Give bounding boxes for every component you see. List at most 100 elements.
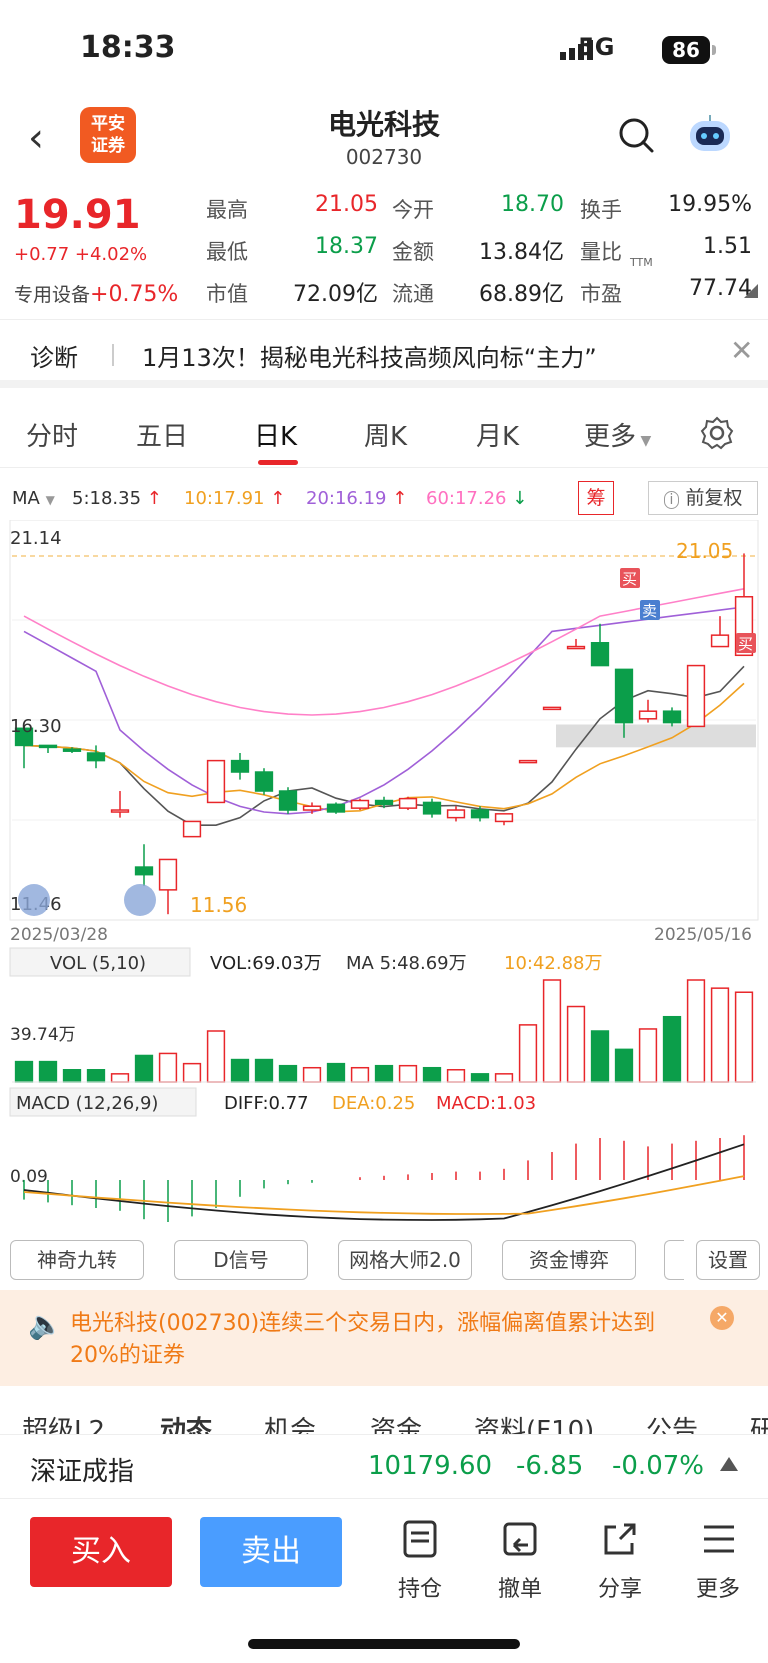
subtab-announce[interactable]: 公告: [646, 1410, 698, 1434]
info-subtabs: 超级L2 动态 机会 资金 资料(F10) 公告 研: [0, 1398, 768, 1434]
close-icon[interactable]: ✕: [710, 1306, 734, 1330]
fund-game-button[interactable]: 资金博弈: [502, 1240, 636, 1280]
subtab-funds[interactable]: 资金: [370, 1410, 422, 1434]
active-tab-indicator: [258, 460, 298, 465]
candle-up: [518, 759, 538, 764]
tab-more[interactable]: 更多 ▼: [584, 416, 651, 453]
holdings-button[interactable]: 持仓: [390, 1519, 450, 1603]
settings-button[interactable]: 设置: [696, 1240, 760, 1280]
chevron-down-icon: ▼: [45, 493, 55, 507]
volume-bar: [710, 987, 730, 1083]
chevron-down-icon: ▼: [636, 433, 652, 449]
ma5-text: 5:18.35: [72, 488, 142, 509]
candle-down: [374, 799, 394, 806]
subtab-chance[interactable]: 机会: [264, 1410, 316, 1434]
grid-master-button[interactable]: 网格大师2.0: [338, 1240, 472, 1280]
macd-diff: DIFF:0.77: [224, 1093, 309, 1114]
network-label: 5G: [578, 33, 615, 61]
quote-field-label: 换手: [580, 198, 622, 222]
share-label: 分享: [597, 1577, 642, 1602]
kline-chart[interactable]: 21.1416.3011.4621.0511.56买卖买2025/03/2820…: [0, 520, 768, 1235]
sector-label[interactable]: 专用设备+0.75%: [14, 280, 178, 307]
ma-selector[interactable]: MA ▼: [12, 488, 55, 509]
gear-icon[interactable]: [700, 416, 734, 450]
up-arrow-icon: ↑: [264, 488, 286, 509]
cancel-order-label: 撤单: [497, 1577, 542, 1602]
buy-button[interactable]: 买入: [30, 1517, 172, 1587]
sell-button[interactable]: 卖出: [200, 1517, 342, 1587]
volume-bar: [230, 1058, 250, 1083]
volume-bar: [110, 1073, 130, 1083]
tab-intraday[interactable]: 分时: [26, 416, 78, 453]
volume-bar: [302, 1066, 322, 1083]
quote-field-value: 72.09亿: [293, 282, 378, 307]
divider: [112, 344, 114, 366]
macd-macd: MACD:1.03: [436, 1093, 536, 1114]
quote-field-value: 21.05: [315, 192, 378, 217]
close-icon[interactable]: ✕: [730, 334, 753, 367]
ma10-text: 10:17.91: [184, 488, 265, 509]
volume-bar: [614, 1048, 634, 1083]
volume-bar: [206, 1030, 226, 1083]
pe-ttm-label: TTM: [630, 256, 653, 269]
quote-field-label: 最高: [206, 198, 248, 222]
chip-button[interactable]: 筹: [578, 481, 614, 515]
high-marker-label: 21.05: [676, 539, 733, 563]
robot-assistant-icon[interactable]: [686, 113, 734, 155]
holdings-label: 持仓: [397, 1577, 442, 1602]
volume-bar: [38, 1060, 58, 1083]
volume-bar: [734, 991, 754, 1083]
candle-up: [206, 759, 226, 804]
volume-bar: [446, 1069, 466, 1083]
candle-up: [398, 797, 418, 809]
status-time: 18:33: [80, 30, 176, 65]
corner-expand-icon[interactable]: [744, 284, 758, 298]
notice-banner[interactable]: 🔈 电光科技(002730)连续三个交易日内，涨幅偏离值累计达到20%的证券 ✕: [0, 1290, 768, 1386]
ma20-line: [23, 606, 745, 815]
diagnosis-bar[interactable]: 诊断 1月13次！揭秘电光科技高频风向标“主力” ✕: [0, 322, 768, 388]
info-icon: i: [663, 491, 680, 509]
stock-header: ‹ 平安 证券 电光科技 002730: [0, 95, 768, 180]
more-button[interactable]: 更多: [688, 1519, 748, 1603]
more-label: 更多: [695, 1577, 740, 1602]
candle-up: [110, 809, 130, 813]
index-ticker[interactable]: 深证成指 10179.60 -6.85 -0.07%: [0, 1434, 768, 1496]
subtab-research[interactable]: 研: [750, 1410, 768, 1434]
d-signal-button[interactable]: D信号: [174, 1240, 308, 1280]
undo-icon: [503, 1522, 537, 1556]
signal-marker-text: 卖: [642, 602, 657, 620]
status-bar: 18:33 5G 86: [0, 0, 768, 95]
adjust-button[interactable]: i 前复权: [648, 481, 758, 515]
quote-field-label: 最低: [206, 240, 248, 264]
candle-up: [302, 805, 322, 811]
tab-monthly-k[interactable]: 月K: [476, 416, 519, 453]
search-icon[interactable]: [616, 115, 656, 155]
subtab-l2[interactable]: 超级L2: [22, 1410, 105, 1434]
battery-nub: [712, 45, 716, 55]
subtab-news[interactable]: 动态: [160, 1410, 212, 1434]
candle-up: [542, 706, 562, 711]
candle-down: [470, 809, 490, 819]
index-pct: -0.07%: [612, 1451, 704, 1481]
tab-daily-k[interactable]: 日K: [254, 416, 297, 453]
signal-marker-text: 买: [622, 570, 637, 588]
up-arrow-icon: ↑: [386, 488, 408, 509]
index-name: 深证成指: [30, 1457, 135, 1487]
share-button[interactable]: 分享: [590, 1519, 650, 1603]
volume-bar: [470, 1073, 490, 1083]
volume-bar: [278, 1064, 298, 1083]
subtab-f10[interactable]: 资料(F10): [474, 1410, 594, 1434]
candle-down: [230, 759, 250, 773]
magic-nine-button[interactable]: 神奇九转: [10, 1240, 144, 1280]
macd-axis-label: 0.09: [10, 1167, 48, 1187]
tab-weekly-k[interactable]: 周K: [364, 416, 407, 453]
notice-text: 电光科技(002730)连续三个交易日内，涨幅偏离值累计达到20%的证券: [70, 1311, 656, 1368]
chevron-up-icon[interactable]: [720, 1457, 738, 1471]
cancel-order-button[interactable]: 撤单: [490, 1519, 550, 1603]
candle-down: [278, 790, 298, 811]
macd-diff-line: [23, 1143, 745, 1221]
tab-five-day[interactable]: 五日: [136, 416, 188, 453]
ma20-value: 20:16.19 ↑: [306, 488, 407, 509]
candle-down: [86, 752, 106, 762]
current-price: 19.91: [14, 192, 141, 238]
